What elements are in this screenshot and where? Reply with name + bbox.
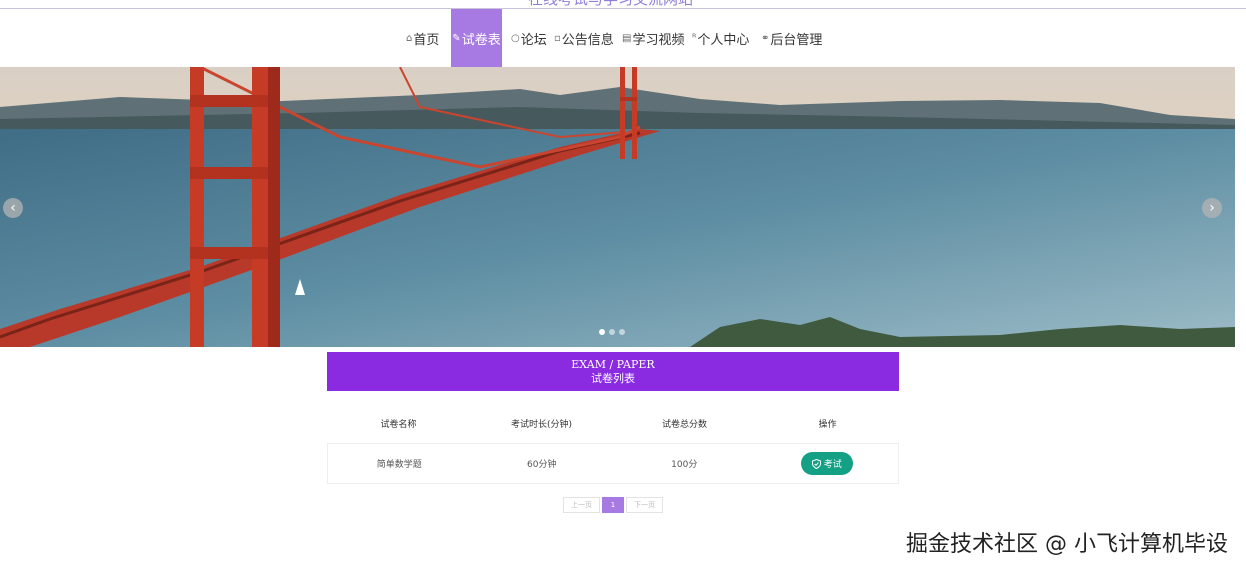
- start-exam-button[interactable]: 考试: [800, 452, 853, 475]
- section-header: EXAM / PAPER 试卷列表: [327, 352, 899, 391]
- shield-check-icon: [811, 458, 821, 469]
- home-icon: ⌂: [406, 32, 413, 44]
- nav-item-label: 公告信息: [561, 32, 614, 48]
- site-title-strip: 在线考试与学习交流网站: [0, 0, 1246, 9]
- nav-item-label: 个人中心: [697, 32, 750, 48]
- carousel-next-button[interactable]: ›: [1202, 198, 1222, 218]
- section-title-cn: 试卷列表: [591, 371, 635, 385]
- score-cell: 100分: [671, 460, 698, 470]
- carousel-indicators: [599, 329, 625, 335]
- nav-item-label: 学习视频: [632, 32, 685, 48]
- carousel-dot[interactable]: [619, 329, 625, 335]
- nav-item-forum[interactable]: ○ 论坛: [511, 9, 547, 67]
- current-page-button[interactable]: 1: [602, 497, 624, 513]
- banner-carousel[interactable]: ‹ ›: [0, 67, 1235, 347]
- chevron-left-icon: ‹: [10, 200, 16, 216]
- site-title: 在线考试与学习交流网站: [528, 0, 693, 8]
- nav-item-label: 首页: [413, 32, 440, 48]
- nav-item-label: 后台管理: [770, 32, 823, 48]
- chevron-right-icon: ›: [1209, 200, 1215, 216]
- video-icon: ▤: [622, 32, 632, 44]
- nav-item-notices[interactable]: ▫ 公告信息: [554, 9, 614, 67]
- paper-name-cell: 简单数学题: [376, 460, 422, 470]
- nav-item-label: 论坛: [520, 32, 547, 48]
- table-row: 简单数学题 60分钟 100分 考试: [327, 443, 899, 484]
- next-page-button[interactable]: 下一页: [626, 497, 663, 513]
- nav-item-papers[interactable]: ✎ 试卷表: [451, 9, 502, 67]
- notice-icon: ▫: [554, 32, 561, 44]
- column-header-action: 操作: [818, 419, 837, 430]
- watermark: 掘金技术社区 @ 小飞计算机毕设: [906, 532, 1228, 557]
- main-nav: ⌂ 首页 ✎ 试卷表 ○ 论坛 ▫ 公告信息 ▤ 学习视频 ᴿ 个人中心 ⚭ 后…: [0, 9, 1246, 67]
- carousel-dot[interactable]: [609, 329, 615, 335]
- start-exam-label: 考试: [823, 460, 842, 470]
- paper-icon: ✎: [452, 32, 461, 44]
- pagination: 上一页 1 下一页: [563, 497, 663, 513]
- nav-item-label: 试卷表: [461, 32, 501, 48]
- carousel-dot[interactable]: [599, 329, 605, 335]
- section-title-en: EXAM / PAPER: [571, 357, 655, 371]
- carousel-prev-button[interactable]: ‹: [3, 198, 23, 218]
- column-header-score: 试卷总分数: [661, 419, 707, 430]
- column-header-duration: 考试时长(分钟): [510, 419, 573, 430]
- prev-page-button[interactable]: 上一页: [563, 497, 600, 513]
- banner-image: [0, 67, 1235, 347]
- chat-icon: ○: [511, 32, 520, 44]
- nav-item-admin[interactable]: ⚭ 后台管理: [761, 9, 822, 67]
- link-icon: ⚭: [761, 32, 770, 44]
- table-header: 试卷名称 考试时长(分钟) 试卷总分数 操作: [327, 410, 899, 436]
- nav-item-home[interactable]: ⌂ 首页: [406, 9, 439, 67]
- nav-item-videos[interactable]: ▤ 学习视频: [622, 9, 684, 67]
- column-header-name: 试卷名称: [380, 419, 417, 430]
- action-cell: 考试: [756, 444, 899, 483]
- nav-item-profile[interactable]: ᴿ 个人中心: [692, 9, 749, 67]
- user-icon: ᴿ: [692, 32, 697, 44]
- duration-cell: 60分钟: [527, 460, 557, 470]
